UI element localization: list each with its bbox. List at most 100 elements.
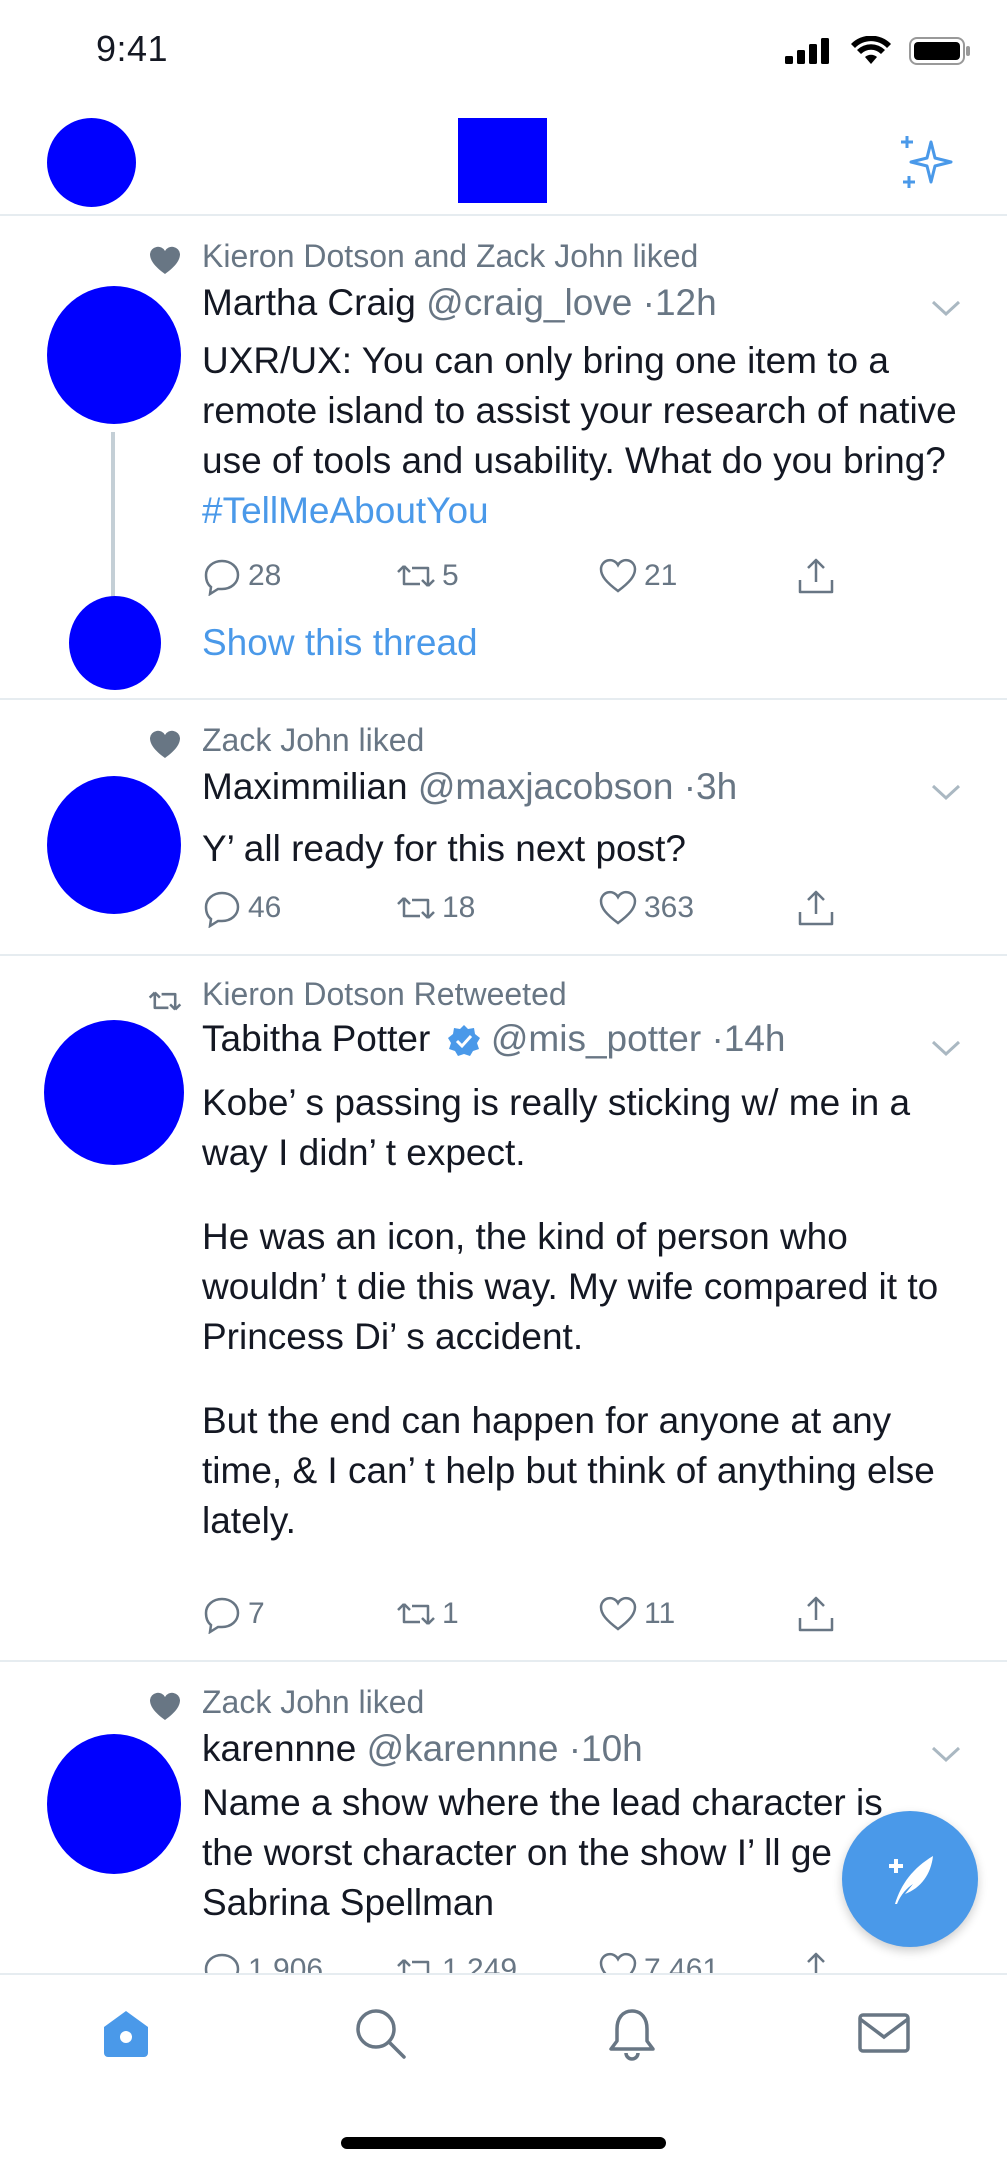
status-bar: 9:41 [0, 0, 1007, 100]
like-button[interactable]: 11 [598, 1594, 675, 1634]
reply-icon [204, 891, 240, 928]
heart-icon [150, 246, 180, 274]
tweet[interactable]: Kieron Dotson and Zack John liked Martha… [0, 214, 1007, 700]
social-context: Kieron Dotson and Zack John liked [202, 238, 699, 274]
reply-icon [204, 1953, 240, 1973]
chevron-down-icon[interactable] [930, 298, 962, 318]
chevron-down-icon[interactable] [930, 782, 962, 802]
status-time: 9:41 [96, 28, 169, 69]
reply-button[interactable]: 1,906 [202, 1950, 323, 1973]
like-button[interactable]: 363 [598, 888, 694, 928]
heart-outline-icon [599, 558, 637, 593]
like-count: 7,461 [644, 1953, 720, 1973]
share-icon [798, 1596, 834, 1632]
show-thread-link[interactable]: Show this thread [202, 622, 478, 664]
like-count: 21 [644, 559, 678, 592]
author-handle-time: @karennne ·10h [366, 1728, 643, 1769]
share-icon [807, 1952, 825, 1973]
hashtag-link[interactable]: #TellMeAboutYou [202, 490, 489, 531]
signal-icon [785, 38, 829, 64]
compose-tweet-button[interactable] [842, 1811, 978, 1947]
retweet-count: 1 [442, 1597, 459, 1630]
retweet-count: 18 [442, 891, 476, 924]
tweet-header: Tabitha Potter @mis_potter ·14h [202, 1018, 786, 1060]
tweet-text: Name a show where the lead character is … [202, 1778, 902, 1962]
thread-line [111, 432, 115, 600]
reply-button[interactable]: 28 [202, 556, 281, 596]
home-icon[interactable] [98, 2005, 154, 2061]
tweet-header: Martha Craig @craig_love ·12h [202, 282, 717, 324]
heart-outline-icon [599, 1596, 637, 1631]
tweet-text-line: Y’ all ready for this next post? [202, 828, 686, 869]
retweet-button[interactable]: 1,249 [396, 1950, 517, 1973]
author-handle-time: @mis_potter ·14h [490, 1018, 786, 1059]
retweet-icon [397, 897, 435, 919]
tweet-text-line: Name a show where the lead character is … [202, 1782, 883, 1923]
author-handle-time: @craig_love ·12h [426, 282, 717, 323]
share-button[interactable] [796, 888, 836, 928]
share-icon [798, 890, 834, 926]
chevron-down-icon[interactable] [930, 1038, 962, 1058]
sparkle-icon[interactable] [895, 132, 957, 194]
author-handle-time: @maxjacobson ·3h [417, 766, 738, 807]
profile-avatar[interactable] [47, 118, 136, 207]
retweet-icon [397, 1959, 430, 1973]
notifications-icon[interactable] [604, 2005, 660, 2061]
tweet-header: karennne @karennne ·10h [202, 1728, 643, 1770]
share-button[interactable] [796, 1950, 836, 1973]
heart-outline-icon [599, 890, 637, 925]
tweet[interactable]: Kieron Dotson Retweeted Tabitha Potter @… [0, 954, 1007, 1662]
social-context: Kieron Dotson Retweeted [202, 976, 567, 1012]
avatar[interactable] [47, 1734, 181, 1874]
reply-button[interactable]: 46 [202, 888, 281, 928]
battery-icon [909, 37, 970, 65]
retweet-icon [148, 991, 182, 1011]
reply-icon [204, 1597, 240, 1634]
thread-avatar[interactable] [69, 596, 161, 690]
tweet-text: Kobe’ s passing is really sticking w/ me… [202, 1078, 962, 1580]
tweet-paragraph: But the end can happen for anyone at any… [202, 1400, 935, 1541]
avatar[interactable] [47, 776, 181, 914]
tweet-paragraph: He was an icon, the kind of person who w… [202, 1216, 939, 1357]
heart-outline-icon [599, 1952, 637, 1973]
tweet[interactable]: Zack John liked Maximmilian @maxjacobson… [0, 698, 1007, 956]
avatar[interactable] [47, 286, 181, 424]
compose-tweet-icon [889, 1856, 933, 1904]
share-button[interactable] [796, 556, 836, 596]
tweet-text: UXR/UX: You can only bring one item to a… [202, 336, 962, 570]
heart-icon [150, 1692, 180, 1720]
tweet-paragraph: Kobe’ s passing is really sticking w/ me… [202, 1082, 911, 1173]
social-context: Zack John liked [202, 722, 425, 758]
reply-count: 28 [248, 559, 282, 592]
author-name[interactable]: Martha Craig [202, 282, 416, 323]
retweet-button[interactable]: 1 [396, 1594, 459, 1634]
search-icon[interactable] [352, 2005, 408, 2061]
like-count: 11 [644, 1597, 676, 1630]
messages-icon[interactable] [856, 2005, 912, 2061]
share-button[interactable] [796, 1594, 836, 1634]
reply-icon [204, 559, 240, 596]
author-name[interactable]: Tabitha Potter [202, 1018, 430, 1059]
tweet-actions: 7 1 11 [202, 1594, 852, 1638]
home-indicator [341, 2137, 666, 2149]
app-logo [458, 118, 547, 203]
tweet-actions: 1,906 1,249 7,461 [202, 1950, 852, 1973]
tweet-header: Maximmilian @maxjacobson ·3h [202, 766, 737, 808]
retweet-button[interactable]: 18 [396, 888, 475, 928]
tweet-actions: 28 5 21 [202, 556, 852, 600]
reply-button[interactable]: 7 [202, 1594, 265, 1634]
like-button[interactable]: 7,461 [598, 1950, 719, 1973]
share-icon [798, 558, 834, 594]
reply-count: 1,906 [248, 1953, 324, 1973]
author-name[interactable]: Maximmilian [202, 766, 408, 807]
retweet-button[interactable]: 5 [396, 556, 459, 596]
tweet[interactable]: Zack John liked karennne @karennne ·10h … [0, 1660, 1007, 1973]
author-name[interactable]: karennne [202, 1728, 356, 1769]
like-button[interactable]: 21 [598, 556, 677, 596]
status-icons [785, 36, 971, 66]
chevron-down-icon[interactable] [930, 1744, 962, 1764]
like-count: 363 [644, 891, 695, 924]
avatar[interactable] [44, 1020, 184, 1165]
verified-badge-icon [447, 1025, 480, 1057]
retweet-icon [397, 1603, 435, 1625]
